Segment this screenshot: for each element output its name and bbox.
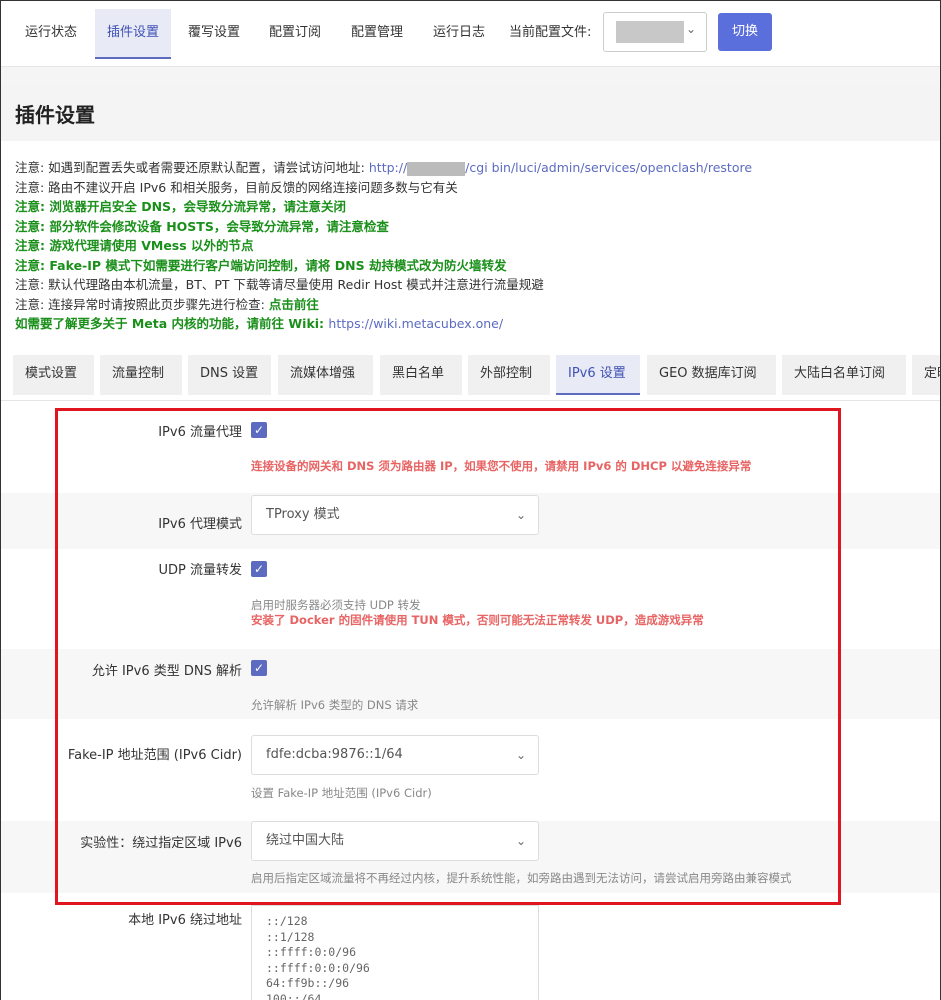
top-nav: 运行状态 插件设置 覆写设置 配置订阅 配置管理 运行日志 当前配置文件: ⌄ … <box>1 1 940 67</box>
restore-link-scheme: http:// <box>368 160 408 175</box>
fakeip-range-value: fdfe:dcba:9876::1/64 <box>266 747 403 762</box>
settings-tabs: 模式设置 流量控制 DNS 设置 流媒体增强 黑白名单 外部控制 IPv6 设置… <box>1 339 940 401</box>
redacted-host <box>407 161 466 176</box>
config-file-select[interactable]: ⌄ <box>603 12 707 52</box>
nav-config-manage[interactable]: 配置管理 <box>339 9 415 59</box>
redacted-config-name <box>616 21 684 43</box>
row-ipv6-proxy: IPv6 流量代理 ✓ 连接设备的网关和 DNS 须为路由器 IP，如果您不使用… <box>1 401 940 493</box>
row-bypass-region: 实验性：绕过指定区域 IPv6 绕过中国大陆 ⌄ 启用后指定区域流量将不再经过内… <box>1 821 940 893</box>
ipv6-mode-label: IPv6 代理模式 <box>158 517 242 532</box>
local-bypass-label: 本地 IPv6 绕过地址 <box>128 913 242 928</box>
ipv6-dns-label: 允许 IPv6 类型 DNS 解析 <box>91 664 242 679</box>
notice-fakeip: 注意: Fake-IP 模式下如需要进行客户端访问控制，请将 DNS 劫持模式改… <box>15 258 507 273</box>
row-ipv6-dns: 允许 IPv6 类型 DNS 解析 ✓ 允许解析 IPv6 类型的 DNS 请求 <box>1 649 940 719</box>
tab-schedule[interactable]: 定时 <box>912 355 940 395</box>
notice-text: 注意: 如遇到配置丢失或者需要还原默认配置，请尝试访问地址: <box>15 160 369 175</box>
udp-docker-hint: 安装了 Docker 的固件请使用 TUN 模式，否则可能无法正常转发 UDP，… <box>251 613 704 627</box>
row-fakeip-range: Fake-IP 地址范围 (IPv6 Cidr) fdfe:dcba:9876:… <box>1 719 940 821</box>
tab-traffic[interactable]: 流量控制 <box>100 355 182 395</box>
nav-config-subscribe[interactable]: 配置订阅 <box>257 9 333 59</box>
notice-local-traffic: 注意: 默认代理路由本机流量，BT、PT 下载等请尽量使用 Redir Host… <box>15 277 544 292</box>
notice-text: 注意: 连接异常时请按照此页步骤先进行检查: <box>15 297 269 312</box>
ipv6-mode-value: TProxy 模式 <box>266 507 340 522</box>
notice-secure-dns: 注意: 浏览器开启安全 DNS，会导致分流异常，请注意关闭 <box>15 199 347 214</box>
notice-wiki: 如需要了解更多关于 Meta 内核的功能，请前往 Wiki: https://w… <box>15 313 503 332</box>
notice-ipv6: 注意: 路由不建议开启 IPv6 和相关服务，目前反馈的网络连接问题多数与它有关 <box>15 180 458 195</box>
nav-override-settings[interactable]: 覆写设置 <box>176 9 252 59</box>
tab-dns[interactable]: DNS 设置 <box>188 355 271 395</box>
restore-link-path: /cgi bin/luci/admin/services/openclash/r… <box>465 160 753 175</box>
ipv6-proxy-checkbox[interactable]: ✓ <box>251 422 267 438</box>
tab-external[interactable]: 外部控制 <box>468 355 550 395</box>
fakeip-range-input[interactable]: fdfe:dcba:9876::1/64 ⌄ <box>251 735 539 775</box>
ipv6-dns-hint: 允许解析 IPv6 类型的 DNS 请求 <box>251 698 419 712</box>
tab-china-whitelist[interactable]: 大陆白名单订阅 <box>782 355 906 395</box>
notice-game-proxy: 注意: 游戏代理请使用 VMess 以外的节点 <box>15 238 254 253</box>
row-ipv6-mode: IPv6 代理模式 TProxy 模式 ⌄ <box>1 493 940 549</box>
tab-ipv6[interactable]: IPv6 设置 <box>556 355 640 395</box>
udp-forward-checkbox[interactable]: ✓ <box>251 561 267 577</box>
check-link[interactable]: 点击前往 <box>269 297 319 312</box>
chevron-down-icon: ⌄ <box>685 22 696 36</box>
ipv6-proxy-hint: 连接设备的网关和 DNS 须为路由器 IP，如果您不使用，请禁用 IPv6 的 … <box>251 459 752 473</box>
notice-list: 注意: 如遇到配置丢失或者需要还原默认配置，请尝试访问地址: http:// /c… <box>1 141 940 339</box>
chevron-down-icon: ⌄ <box>515 834 526 848</box>
local-bypass-textarea[interactable]: ::/128 ::1/128 ::ffff:0:0/96 ::ffff:0:0:… <box>251 905 539 1000</box>
fakeip-range-label: Fake-IP 地址范围 (IPv6 Cidr) <box>67 748 242 763</box>
bypass-region-label: 实验性：绕过指定区域 IPv6 <box>80 836 242 851</box>
nav-run-log[interactable]: 运行日志 <box>421 9 497 59</box>
ipv6-proxy-label: IPv6 流量代理 <box>158 425 242 440</box>
nav-plugin-settings[interactable]: 插件设置 <box>95 9 172 59</box>
current-config-label: 当前配置文件: <box>509 25 592 40</box>
row-udp-forward: UDP 流量转发 ✓ 启用时服务器必须支持 UDP 转发 安装了 Docker … <box>1 549 940 649</box>
switch-button[interactable]: 切换 <box>718 13 772 51</box>
notice-text: 如需要了解更多关于 Meta 内核的功能，请前往 Wiki: <box>15 316 329 331</box>
tab-geo[interactable]: GEO 数据库订阅 <box>647 355 776 395</box>
notice-restore: 注意: 如遇到配置丢失或者需要还原默认配置，请尝试访问地址: http:// /c… <box>15 157 752 176</box>
ipv6-mode-select[interactable]: TProxy 模式 ⌄ <box>251 495 539 535</box>
wiki-link[interactable]: https://wiki.metacubex.one/ <box>328 316 503 331</box>
restore-link[interactable]: http:// /cgi bin/luci/admin/services/open… <box>368 160 753 176</box>
ipv6-dns-checkbox[interactable]: ✓ <box>251 660 267 676</box>
bypass-region-value: 绕过中国大陆 <box>266 833 345 848</box>
bypass-region-select[interactable]: 绕过中国大陆 ⌄ <box>251 821 539 861</box>
notice-hosts: 注意: 部分软件会修改设备 HOSTS，会导致分流异常，请注意检查 <box>15 219 389 234</box>
udp-forward-label: UDP 流量转发 <box>158 563 243 578</box>
bypass-region-hint: 启用后指定区域流量将不再经过内核，提升系统性能，如旁路由遇到无法访问，请尝试启用… <box>251 871 792 885</box>
notice-check: 注意: 连接异常时请按照此页步骤先进行检查: 点击前往 <box>15 294 319 313</box>
tab-mode[interactable]: 模式设置 <box>13 355 94 395</box>
chevron-down-icon: ⌄ <box>515 748 526 762</box>
row-local-bypass: 本地 IPv6 绕过地址 ::/128 ::1/128 ::ffff:0:0/9… <box>1 893 940 1000</box>
chevron-down-icon: ⌄ <box>515 508 526 522</box>
ipv6-settings-panel: IPv6 流量代理 ✓ 连接设备的网关和 DNS 须为路由器 IP，如果您不使用… <box>1 401 940 1000</box>
tab-streaming[interactable]: 流媒体增强 <box>278 355 373 395</box>
udp-forward-hint: 启用时服务器必须支持 UDP 转发 <box>251 598 421 612</box>
page-header: 插件设置 <box>1 85 940 141</box>
fakeip-range-hint: 设置 Fake-IP 地址范围 (IPv6 Cidr) <box>251 786 432 800</box>
tab-blackwhite[interactable]: 黑白名单 <box>380 355 462 395</box>
page-title: 插件设置 <box>15 103 95 127</box>
nav-run-status[interactable]: 运行状态 <box>13 9 89 59</box>
